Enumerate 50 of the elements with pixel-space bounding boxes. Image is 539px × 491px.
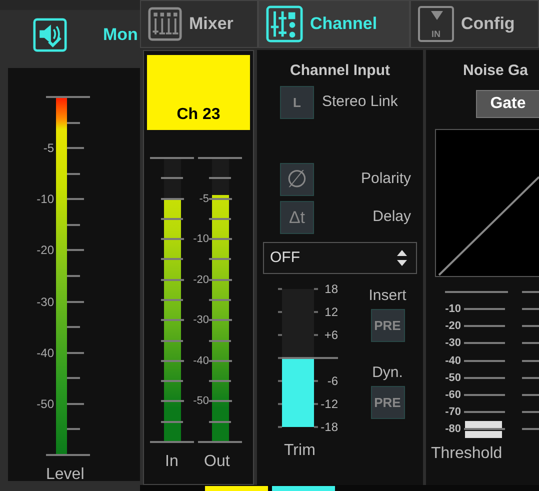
meter-label: Threshold [431, 445, 502, 463]
scale-label: 12 [324, 305, 338, 319]
scale-label: -6 [326, 374, 338, 388]
link-toggle[interactable]: L [280, 86, 314, 119]
toggle-label: Delay [372, 207, 411, 228]
tab[interactable]: IN Config [410, 0, 539, 48]
channel-name-label: Ch 23 [147, 55, 250, 130]
meter-label: Out [204, 453, 230, 471]
scale-label: -50 [36, 396, 54, 411]
scale-label: -40 [36, 346, 54, 360]
up-down-icon [396, 249, 408, 267]
scale-label: -10 [444, 303, 461, 316]
sliders-icon [266, 5, 303, 43]
pre-toggle[interactable]: PRE [370, 309, 404, 342]
toggle-label: Insert [368, 287, 406, 304]
scale-label: -20 [36, 243, 54, 258]
gate-button[interactable]: Gate [476, 90, 539, 118]
toggle-label: Stereo Link [322, 92, 398, 112]
section-title: Channel Input [289, 62, 391, 80]
speaker-icon [33, 17, 67, 53]
scale-label: -10 [36, 192, 54, 206]
pre-toggle[interactable]: PRE [370, 386, 404, 419]
scale-label: -12 [320, 397, 338, 411]
scale-label: -50 [444, 372, 461, 385]
scale-label: -30 [444, 337, 461, 350]
delay-toggle[interactable]: Δt [280, 201, 314, 234]
input-icon: IN [418, 6, 454, 42]
section-title: Noise Ga [463, 62, 530, 80]
scale-label: -20 [444, 320, 461, 334]
toggle-label: Polarity [360, 169, 411, 190]
monitor-tab[interactable]: Mon [103, 22, 138, 48]
dropdown[interactable]: OFF [263, 242, 417, 274]
meter-label: In [165, 453, 178, 471]
scale-label: -40 [444, 354, 461, 368]
meter-label: Level [46, 466, 84, 484]
scale-label: -60 [444, 388, 461, 402]
toggle-label: Dyn. [372, 364, 403, 381]
scale-label: -5 [42, 141, 54, 156]
scale-label: -18 [320, 420, 338, 434]
tab[interactable]: Channel [258, 0, 410, 48]
scale-label: 18 [324, 282, 338, 296]
scale-label: -80 [444, 423, 461, 436]
tab[interactable]: Mixer [140, 0, 258, 48]
scale-label: -30 [36, 294, 54, 309]
fader-thumb[interactable] [465, 421, 502, 438]
scale-label: -70 [444, 406, 461, 419]
polarity-toggle[interactable]: ∅ [280, 163, 314, 196]
mixer-icon [148, 6, 182, 42]
meter-label: Trim [284, 442, 316, 460]
scale-label: +6 [323, 328, 338, 342]
